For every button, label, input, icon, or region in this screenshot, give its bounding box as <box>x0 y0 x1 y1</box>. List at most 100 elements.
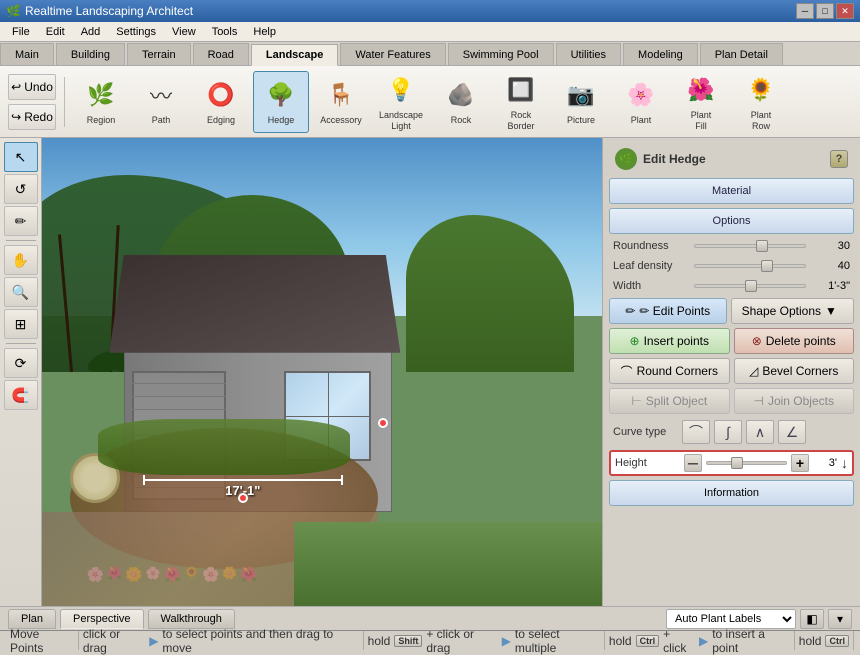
tool-rock-border[interactable]: 🔲 RockBorder <box>493 71 549 133</box>
sidebar-rotate-tool[interactable]: ⟳ <box>4 348 38 378</box>
sidebar-select-tool[interactable]: ↖ <box>4 142 38 172</box>
edit-points-button[interactable]: ✏ ✏ Edit Points <box>609 298 727 324</box>
tab-water-features[interactable]: Water Features <box>340 43 445 65</box>
rock-border-icon: 🔲 <box>503 72 539 108</box>
tool-picture[interactable]: 📷 Picture <box>553 71 609 133</box>
tab-utilities[interactable]: Utilities <box>556 43 621 65</box>
round-corners-button[interactable]: ⌒ Round Corners <box>609 358 730 384</box>
ctrl-key-2: Ctrl <box>825 635 849 647</box>
sidebar-zoom-tool[interactable]: 🔍 <box>4 277 38 307</box>
redo-button[interactable]: ↪ Redo <box>8 104 56 130</box>
options-button[interactable]: Options <box>609 208 854 234</box>
app-title: Realtime Landscaping Architect <box>25 4 193 18</box>
panel-title: 🌿 Edit Hedge <box>615 148 706 170</box>
tab-terrain[interactable]: Terrain <box>127 43 191 65</box>
menu-tools[interactable]: Tools <box>204 24 246 40</box>
viewport[interactable]: 🌸🌺🌼🌸🌺🌻🌸🌼🌺 17'-1" <box>42 138 602 606</box>
plant-label-select[interactable]: Auto Plant Labels Manual Plant Labels No… <box>666 609 796 629</box>
tool-edging[interactable]: ⭕ Edging <box>193 71 249 133</box>
status-plus-click-2: + click <box>663 627 695 655</box>
edging-label: Edging <box>207 115 235 126</box>
minimize-button[interactable]: ─ <box>796 3 814 19</box>
leaf-density-track[interactable] <box>694 264 806 268</box>
insert-points-button[interactable]: ⊕ Insert points <box>609 328 730 354</box>
tool-region[interactable]: 🌿 Region <box>73 71 129 133</box>
bevel-corners-button[interactable]: ◿ Bevel Corners <box>734 358 855 384</box>
titlebar-controls[interactable]: ─ □ ✕ <box>796 3 854 19</box>
height-row: Height ─ + 3' ↓ <box>609 450 854 476</box>
tool-plant[interactable]: 🌸 Plant <box>613 71 669 133</box>
status-drag-text: to select points and then drag to move <box>162 627 358 655</box>
tab-building[interactable]: Building <box>56 43 125 65</box>
tool-landscape-light[interactable]: 💡 LandscapeLight <box>373 71 429 133</box>
delete-points-button[interactable]: ⊗ Delete points <box>734 328 855 354</box>
tool-rock[interactable]: 🪨 Rock <box>433 71 489 133</box>
tool-plant-row[interactable]: 🌻 PlantRow <box>733 71 789 133</box>
tab-road[interactable]: Road <box>193 43 249 65</box>
curve-btn-3[interactable]: ∧ <box>746 420 774 444</box>
status-hold-3: hold <box>799 634 822 648</box>
curve-btn-2[interactable]: ∫ <box>714 420 742 444</box>
join-objects-button[interactable]: ⊣ Join Objects <box>734 388 855 414</box>
tool-accessory[interactable]: 🪑 Accessory <box>313 71 369 133</box>
picture-icon: 📷 <box>563 77 599 113</box>
menu-settings[interactable]: Settings <box>108 24 164 40</box>
status-plus-click: + click or drag <box>426 627 497 655</box>
tool-path[interactable]: 〰 Path <box>133 71 189 133</box>
plant-label-btn-1[interactable]: ◧ <box>800 609 824 629</box>
width-thumb[interactable] <box>745 280 757 292</box>
sidebar-magnet-tool[interactable]: 🧲 <box>4 380 38 410</box>
plant-label-btn-2[interactable]: ▾ <box>828 609 852 629</box>
hedge-icon: 🌳 <box>263 77 299 113</box>
curve-btn-4[interactable]: ∠ <box>778 420 806 444</box>
leaf-density-thumb[interactable] <box>761 260 773 272</box>
undo-redo-group: ↩ Undo ↪ Redo <box>8 74 56 130</box>
height-minus-button[interactable]: ─ <box>684 454 702 472</box>
menu-edit[interactable]: Edit <box>38 24 73 40</box>
maximize-button[interactable]: □ <box>816 3 834 19</box>
height-thumb[interactable] <box>731 457 743 469</box>
menu-file[interactable]: File <box>4 24 38 40</box>
view-perspective[interactable]: Perspective <box>60 609 143 629</box>
panel-title-text: Edit Hedge <box>643 152 706 166</box>
tab-main[interactable]: Main <box>0 43 54 65</box>
tool-plant-fill[interactable]: 🌺 PlantFill <box>673 71 729 133</box>
status-move-points: Move Points <box>6 631 79 650</box>
tab-swimming-pool[interactable]: Swimming Pool <box>448 43 554 65</box>
view-plan[interactable]: Plan <box>8 609 56 629</box>
sidebar-orbit-tool[interactable]: ↺ <box>4 174 38 204</box>
menu-add[interactable]: Add <box>73 24 109 40</box>
close-button[interactable]: ✕ <box>836 3 854 19</box>
view-walkthrough[interactable]: Walkthrough <box>148 609 235 629</box>
menu-view[interactable]: View <box>164 24 204 40</box>
curve-btn-1[interactable]: ⌒ <box>682 420 710 444</box>
tab-modeling[interactable]: Modeling <box>623 43 698 65</box>
width-value: 1'-3" <box>812 280 850 292</box>
menu-help[interactable]: Help <box>245 24 284 40</box>
split-object-button[interactable]: ⊢ Split Object <box>609 388 730 414</box>
status-ctrl-seg: hold Ctrl + click ▶ to insert a point <box>605 631 795 650</box>
plant-row-icon: 🌻 <box>743 72 779 108</box>
edit-point-2[interactable] <box>238 493 248 503</box>
tab-landscape[interactable]: Landscape <box>251 44 338 66</box>
shape-options-button[interactable]: Shape Options ▼ <box>731 298 855 324</box>
width-label: Width <box>613 280 688 292</box>
height-track[interactable] <box>706 461 787 465</box>
height-plus-button[interactable]: + <box>791 454 809 472</box>
sidebar-hand-tool[interactable]: ✋ <box>4 245 38 275</box>
undo-button[interactable]: ↩ Undo <box>8 74 56 100</box>
roundness-thumb[interactable] <box>756 240 768 252</box>
help-button[interactable]: ? <box>830 150 848 168</box>
left-sidebar: ↖ ↺ ✏ ✋ 🔍 ⊞ ⟳ 🧲 <box>0 138 42 606</box>
split-join-row: ⊢ Split Object ⊣ Join Objects <box>609 388 854 414</box>
width-track[interactable] <box>694 284 806 288</box>
sidebar-pencil-tool[interactable]: ✏ <box>4 206 38 236</box>
material-button[interactable]: Material <box>609 178 854 204</box>
leaf-density-label: Leaf density <box>613 260 688 272</box>
roundness-track[interactable] <box>694 244 806 248</box>
sidebar-zoom-extent-tool[interactable]: ⊞ <box>4 309 38 339</box>
tab-plan-detail[interactable]: Plan Detail <box>700 43 783 65</box>
tool-hedge[interactable]: 🌳 Hedge <box>253 71 309 133</box>
roundness-value: 30 <box>812 240 850 252</box>
information-button[interactable]: Information <box>609 480 854 506</box>
